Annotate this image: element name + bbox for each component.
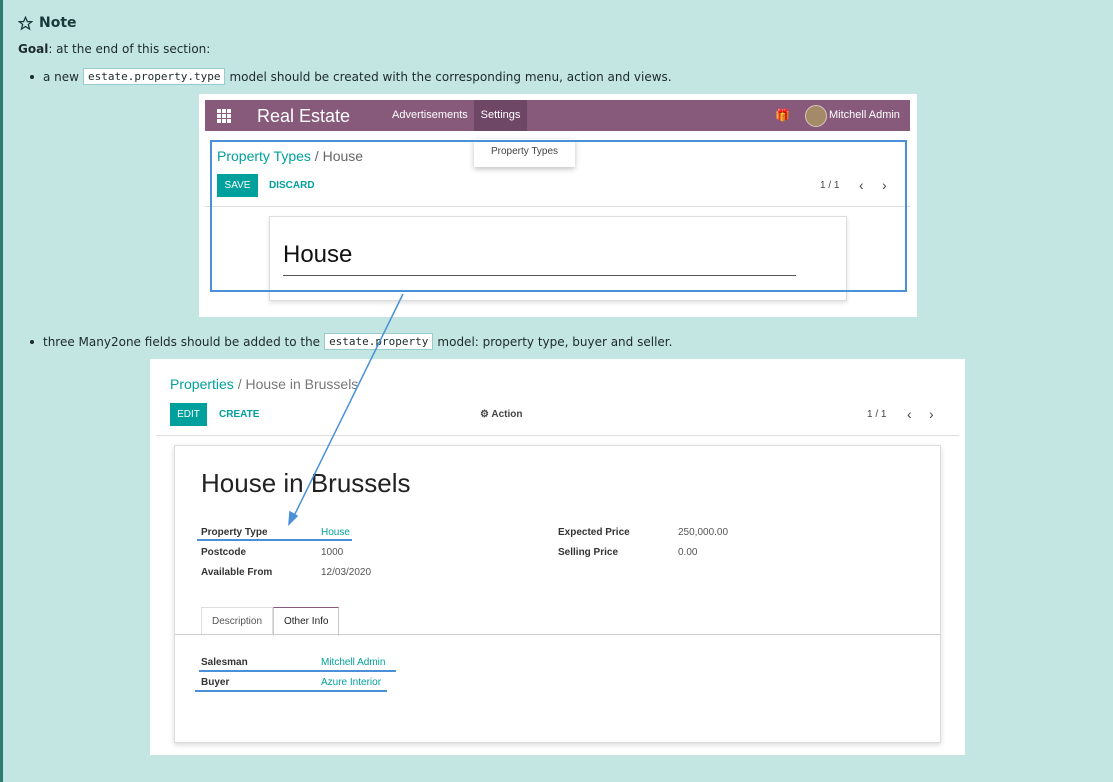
field-label-buyer: Buyer: [201, 677, 230, 688]
field-label-postcode: Postcode: [201, 547, 247, 558]
field-label-expected-price: Expected Price: [558, 527, 630, 538]
edit-button[interactable]: EDIT: [170, 403, 207, 426]
avatar[interactable]: [805, 105, 827, 127]
star-icon: [18, 15, 33, 31]
form-sheet: House in Brussels Property Type House Po…: [174, 445, 941, 743]
bullet-item-1: a new estate.property.type model should …: [30, 68, 672, 85]
bullet-text-post: model should be created with the corresp…: [229, 69, 672, 84]
tab-description[interactable]: Description: [201, 607, 274, 635]
highlight-underline: [195, 690, 387, 692]
chevron-left-icon[interactable]: ‹: [907, 403, 912, 426]
note-title-text: Note: [39, 15, 77, 31]
note-left-border: [0, 0, 3, 782]
user-menu[interactable]: Mitchell Admin: [829, 100, 900, 131]
field-value-buyer[interactable]: Azure Interior: [321, 677, 381, 688]
top-navbar: Real Estate Advertisements Settings 🎁 Mi…: [205, 100, 910, 131]
note-title: Note: [18, 15, 77, 31]
field-value-expected-price: 250,000.00: [678, 527, 729, 538]
field-label-property-type: Property Type: [201, 527, 268, 538]
gear-icon: ⚙: [480, 409, 489, 420]
goal-label: Goal: [18, 42, 49, 56]
breadcrumb-current: House in Brussels: [245, 376, 359, 392]
field-label-selling-price: Selling Price: [558, 547, 619, 558]
app-brand[interactable]: Real Estate: [257, 106, 350, 127]
chevron-right-icon[interactable]: ›: [929, 403, 934, 426]
menu-advertisements[interactable]: Advertisements: [392, 100, 468, 131]
bullet-text-pre: three Many2one fields should be added to…: [43, 334, 321, 349]
gift-icon[interactable]: 🎁: [775, 108, 790, 122]
screenshot-property-form: Properties / House in Brussels EDIT CREA…: [150, 359, 965, 755]
divider: [156, 435, 959, 436]
screenshot-property-type-form: Real Estate Advertisements Settings 🎁 Mi…: [199, 94, 917, 317]
menu-settings[interactable]: Settings: [474, 100, 527, 131]
bullet-dot: [30, 74, 34, 79]
field-value-selling-price: 0.00: [678, 547, 698, 558]
field-label-available-from: Available From: [201, 567, 273, 578]
breadcrumb: Properties / House in Brussels: [170, 376, 358, 392]
record-title: House in Brussels: [201, 468, 411, 498]
field-value-available-from: 12/03/2020: [321, 567, 372, 578]
inline-code: estate.property: [324, 333, 434, 350]
tab-other-info[interactable]: Other Info: [273, 607, 340, 636]
bullet-text-post: model: property type, buyer and seller.: [437, 334, 673, 349]
tabs-divider: [175, 634, 940, 635]
goal-text: : at the end of this section:: [48, 42, 211, 56]
action-label: Action: [491, 409, 523, 420]
field-value-postcode: 1000: [321, 547, 344, 558]
field-value-salesman[interactable]: Mitchell Admin: [321, 657, 385, 668]
apps-menu-icon[interactable]: [217, 109, 231, 123]
field-label-salesman: Salesman: [201, 657, 248, 668]
bullet-text-pre: a new: [43, 69, 79, 84]
breadcrumb-link[interactable]: Properties: [170, 376, 234, 392]
highlight-underline: [199, 670, 396, 672]
inline-code: estate.property.type: [82, 68, 226, 85]
highlight-underline: [197, 539, 352, 541]
breadcrumb-separator: /: [237, 376, 242, 392]
highlight-box: [210, 140, 907, 292]
field-value-property-type[interactable]: House: [321, 527, 350, 538]
bullet-item-2: three Many2one fields should be added to…: [30, 333, 672, 350]
pager-value: 1 / 1: [867, 409, 887, 420]
goal-line: Goal: at the end of this section:: [18, 42, 210, 56]
create-button[interactable]: CREATE: [219, 403, 259, 426]
action-menu[interactable]: ⚙ Action: [480, 403, 523, 426]
bullet-dot: [30, 339, 34, 344]
